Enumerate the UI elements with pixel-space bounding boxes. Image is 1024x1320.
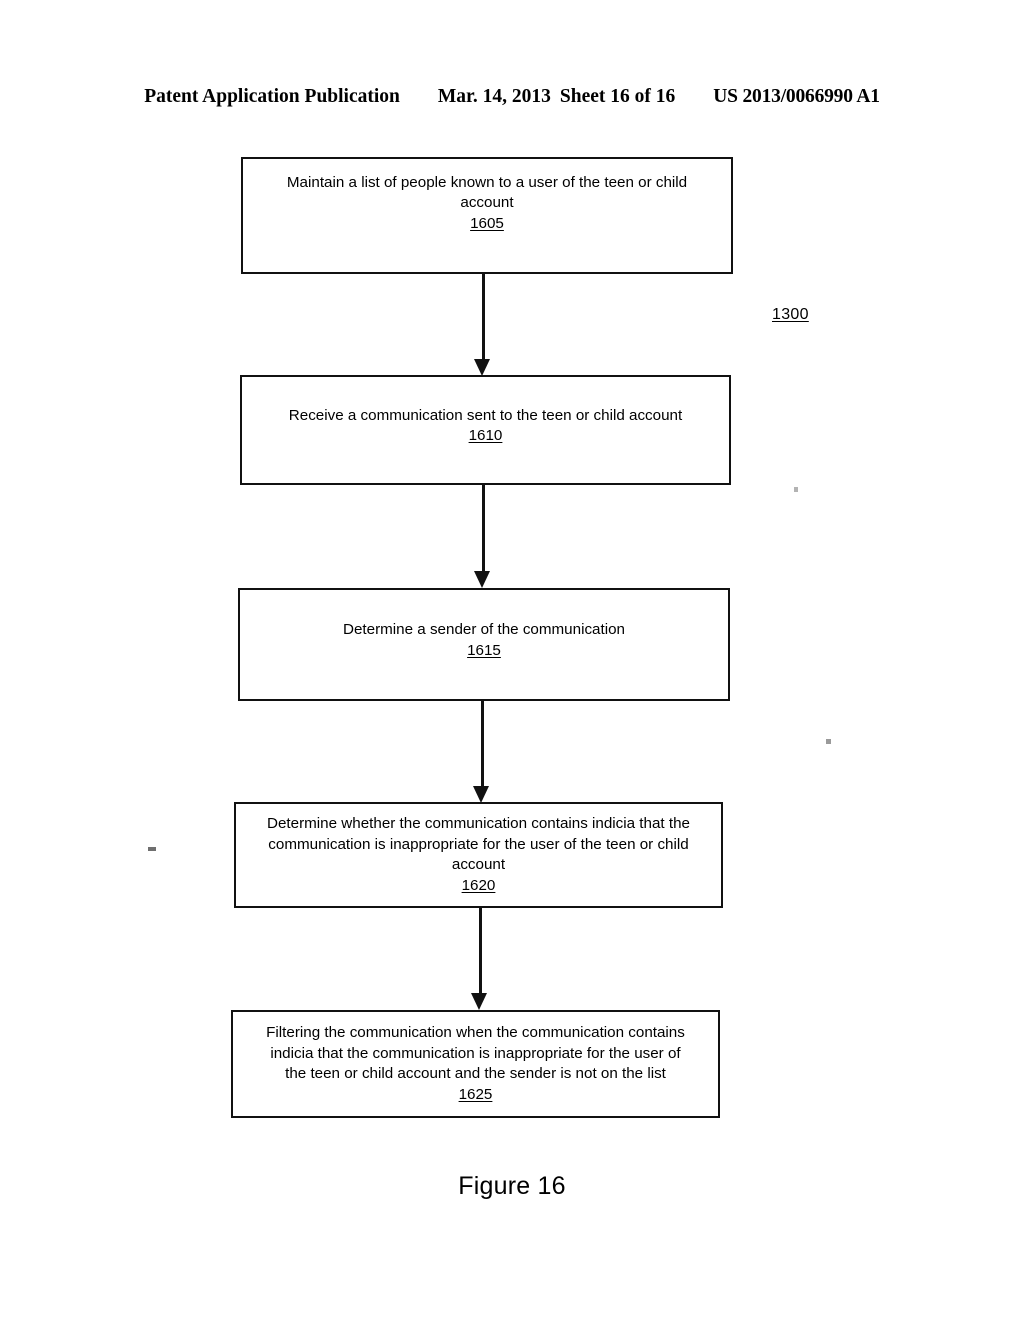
node-reference-number: 1615: [467, 641, 501, 659]
node-text: Determine whether the communication cont…: [267, 815, 690, 873]
node-reference-number: 1610: [468, 427, 503, 444]
connector-line-1610-to-1615: [482, 485, 485, 571]
node-reference-number: 1605: [470, 214, 504, 232]
arrowhead-icon: [471, 993, 487, 1010]
flowchart-node-1610: Receive a communication sent to the teen…: [240, 375, 731, 485]
scan-artifact: [826, 739, 831, 744]
node-text: Receive a communication sent to the teen…: [288, 406, 683, 424]
flowchart-node-1620: Determine whether the communication cont…: [234, 802, 723, 908]
connector-line-1615-to-1620: [481, 701, 484, 786]
arrowhead-icon: [473, 786, 489, 803]
flowchart-diagram: Maintain a list of people known to a use…: [0, 0, 1024, 1320]
node-reference-number: 1625: [458, 1085, 493, 1103]
arrowhead-icon: [474, 571, 490, 588]
connector-line-1620-to-1625: [479, 908, 482, 993]
flowchart-node-1615: Determine a sender of the communication …: [238, 588, 730, 701]
node-text: Filtering the communication when the com…: [266, 1024, 685, 1082]
scan-artifact: [148, 847, 156, 851]
connector-line-1605-to-1610: [482, 274, 485, 362]
arrowhead-icon: [474, 359, 490, 376]
diagram-reference-number: 1300: [772, 306, 809, 323]
flowchart-node-1605: Maintain a list of people known to a use…: [241, 157, 733, 274]
figure-caption: Figure 16: [458, 1172, 566, 1200]
node-text: Maintain a list of people known to a use…: [286, 173, 688, 212]
flowchart-node-1625: Filtering the communication when the com…: [231, 1010, 720, 1118]
scan-artifact: [794, 487, 798, 492]
node-reference-number: 1620: [461, 876, 496, 894]
node-text: Determine a sender of the communication: [343, 621, 625, 638]
